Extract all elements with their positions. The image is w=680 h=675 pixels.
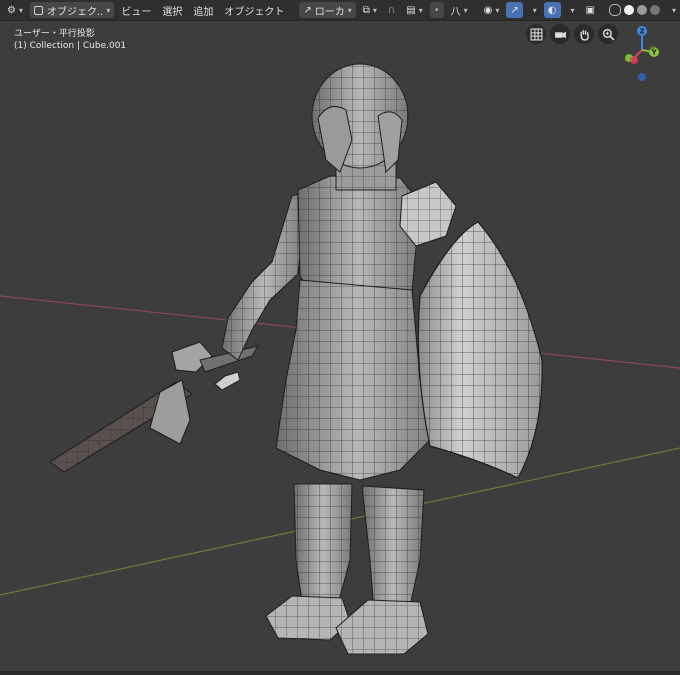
3d-viewport[interactable]: ⚙ ▾ オブジェク.. ▾ ビュー 選択 追加 オブジェクト ↗ ローカ ▾ ⧉ ▾… bbox=[0, 0, 680, 675]
character-model[interactable] bbox=[49, 63, 543, 655]
falloff-label: 八 bbox=[450, 6, 461, 18]
overlay-dropdown[interactable]: ▾ bbox=[564, 2, 579, 18]
gizmo-toggle[interactable]: ↗ bbox=[506, 2, 523, 18]
shading-solid-icon[interactable] bbox=[623, 5, 634, 15]
sword-mesh bbox=[49, 341, 260, 473]
mode-dropdown[interactable]: オブジェク.. ▾ bbox=[29, 2, 115, 18]
xray-toggle[interactable]: ▣ bbox=[582, 2, 599, 18]
hand-icon bbox=[580, 29, 589, 41]
wireframe-shading-icon[interactable] bbox=[608, 4, 621, 16]
visibility-dropdown[interactable]: ◉ ▾ bbox=[480, 2, 504, 18]
snap-icon: ⧉ bbox=[362, 4, 370, 16]
snap-target-icon: ▤ bbox=[406, 4, 416, 16]
xray-icon: ▣ bbox=[585, 4, 595, 16]
material-shading-icon[interactable] bbox=[636, 5, 647, 15]
z-axis-label: Z bbox=[640, 28, 645, 36]
overlay-icon: ◐ bbox=[547, 4, 557, 16]
scene-canvas[interactable] bbox=[0, 0, 680, 675]
add-menu[interactable]: 追加 bbox=[189, 2, 217, 18]
x-axis-handle[interactable] bbox=[630, 56, 638, 64]
camera-icon bbox=[554, 31, 566, 38]
pivot-dropdown[interactable]: ⧉ ▾ bbox=[359, 2, 381, 18]
navigation-gizmo[interactable]: Z Y bbox=[616, 22, 672, 86]
visibility-icon: ◉ bbox=[483, 4, 493, 16]
camera-view-button[interactable] bbox=[550, 24, 570, 44]
pan-view-button[interactable] bbox=[574, 24, 594, 44]
snap-target-dropdown[interactable]: ▤ ▾ bbox=[402, 2, 426, 18]
view-name-label: ユーザー・平行投影 bbox=[14, 29, 95, 39]
grid-icon bbox=[530, 28, 542, 40]
toggle-camera-view-button[interactable] bbox=[526, 24, 546, 44]
select-mode-icon bbox=[33, 5, 43, 15]
orientation-label: ローカ bbox=[314, 6, 345, 18]
gizmo-dropdown[interactable]: ▾ bbox=[526, 2, 541, 18]
zoom-view-button[interactable] bbox=[598, 24, 618, 44]
editor-type-button[interactable]: ⚙ ▾ bbox=[3, 2, 27, 18]
viewport-bottom-border bbox=[0, 671, 680, 675]
rendered-shading-icon[interactable] bbox=[649, 5, 660, 15]
transform-pivot-icon: ↗ bbox=[303, 4, 312, 16]
overlay-toggle[interactable]: ◐ bbox=[543, 2, 561, 18]
zoom-icon bbox=[602, 28, 614, 40]
proportional-edit-icon: • bbox=[433, 4, 440, 16]
shading-buttons[interactable] bbox=[602, 2, 662, 18]
neg-z-axis-handle[interactable] bbox=[638, 73, 646, 81]
magnet-icon: ∩ bbox=[387, 4, 396, 16]
shield-mesh bbox=[417, 221, 543, 479]
proportional-edit-toggle[interactable]: • bbox=[429, 2, 444, 18]
select-menu[interactable]: 選択 bbox=[158, 2, 186, 18]
neg-y-axis-handle[interactable] bbox=[649, 45, 655, 51]
view-menu[interactable]: ビュー bbox=[117, 2, 155, 18]
viewport-header: ⚙ ▾ オブジェク.. ▾ ビュー 選択 追加 オブジェクト ↗ ローカ ▾ ⧉ ▾… bbox=[0, 0, 680, 21]
snap-toggle[interactable]: ∩ bbox=[384, 2, 399, 18]
collection-info-label: (1) Collection | Cube.001 bbox=[14, 41, 127, 51]
object-menu[interactable]: オブジェクト bbox=[220, 2, 288, 18]
mode-label: オブジェク.. bbox=[46, 6, 104, 18]
falloff-dropdown[interactable]: 八 ▾ bbox=[447, 2, 472, 18]
gizmo-icon: ↗ bbox=[510, 4, 519, 16]
transform-orientation-dropdown[interactable]: ↗ ローカ ▾ bbox=[299, 2, 356, 18]
view-icon: ⚙ bbox=[7, 4, 16, 16]
shading-dropdown[interactable]: ▾ bbox=[665, 2, 680, 18]
